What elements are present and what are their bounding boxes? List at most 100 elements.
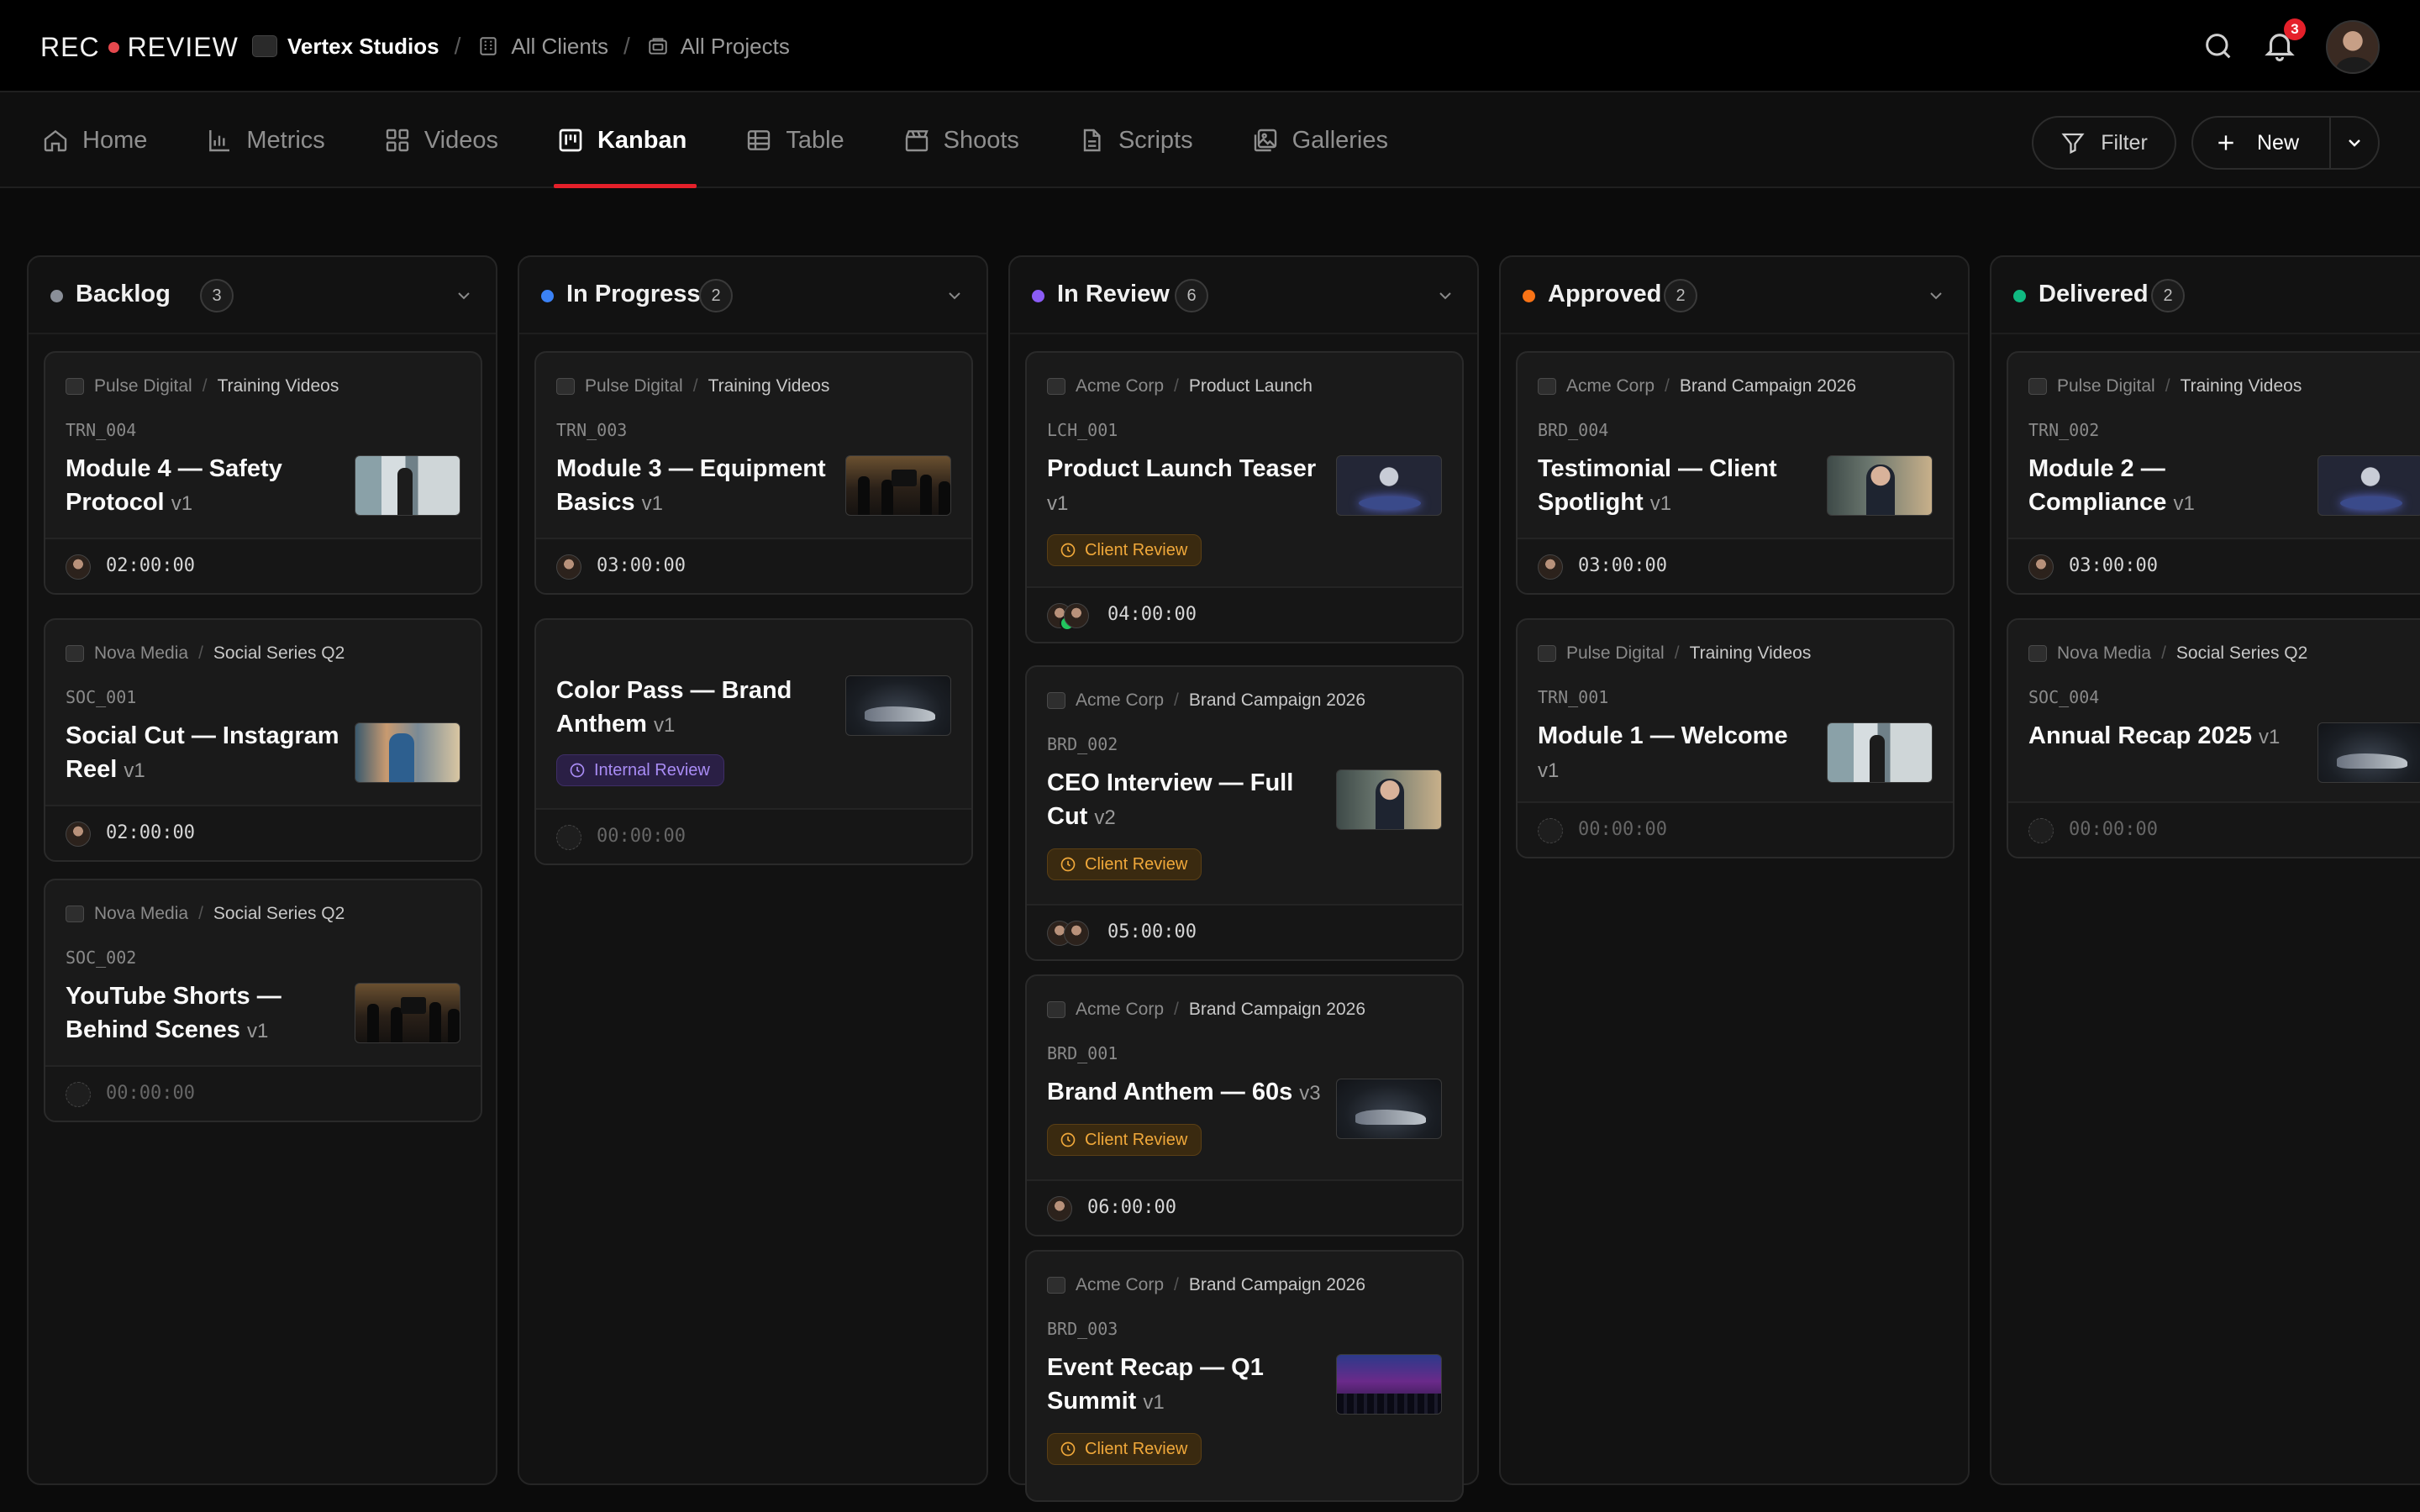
clapper-icon [905, 130, 929, 152]
kanban-card[interactable]: Pulse Digital / Training Videos TRN_002 … [2007, 351, 2420, 595]
kanban-card[interactable]: Color Pass — Brand Anthem v1 Internal Re… [534, 618, 973, 865]
tab-scripts[interactable]: Scripts [1075, 92, 1203, 188]
search-button[interactable] [2202, 29, 2235, 63]
card-client: Pulse Digital [94, 376, 192, 396]
tab-kanban-label: Kanban [597, 126, 687, 154]
user-avatar[interactable] [2326, 20, 2380, 74]
video-thumbnail[interactable] [1336, 1079, 1442, 1139]
assignee-avatar[interactable] [1047, 1196, 1072, 1221]
assignee-avatar[interactable] [556, 554, 581, 580]
column-in-review: In Review 6 Acme Corp / Product Launch L… [1008, 255, 1479, 1502]
breadcrumb-projects[interactable]: All Projects [645, 34, 790, 60]
chevron-down-icon [2349, 139, 2360, 147]
kanban-card[interactable]: Acme Corp / Product Launch LCH_001 Produ… [1025, 351, 1464, 643]
tab-kanban[interactable]: Kanban [553, 92, 697, 188]
card-version: v1 [1047, 492, 1069, 515]
tab-videos[interactable]: Videos [381, 92, 508, 188]
chevron-down-icon[interactable] [2417, 286, 2420, 306]
video-thumbnail[interactable] [355, 722, 460, 783]
video-thumbnail[interactable] [355, 983, 460, 1043]
column-title: In Review [1057, 281, 1170, 307]
card-footer: 02:00:00 [45, 805, 481, 860]
kanban-card[interactable]: Pulse Digital / Training Videos TRN_003 … [534, 351, 973, 595]
column-approved: Approved 2 Acme Corp / Brand Campaign 20… [1499, 255, 1970, 1485]
kanban-card[interactable]: Acme Corp / Brand Campaign 2026 BRD_002 … [1025, 665, 1464, 961]
video-thumbnail[interactable] [1827, 722, 1933, 783]
assignee-avatar[interactable] [66, 554, 91, 580]
clock-icon [1060, 543, 1076, 558]
tab-shoots-label: Shoots [943, 126, 1019, 154]
unassigned-avatar[interactable] [66, 1082, 91, 1107]
breadcrumb: Vertex Studios / All Clients / All Proje… [252, 29, 790, 64]
assignee-avatar[interactable] [66, 822, 91, 847]
assignee-avatar[interactable] [2028, 554, 2054, 580]
tab-home[interactable]: Home [39, 92, 157, 188]
video-thumbnail[interactable] [1336, 769, 1442, 830]
tab-shoots[interactable]: Shoots [900, 92, 1029, 188]
column-count-badge: 2 [1664, 279, 1697, 312]
card-footer: 03:00:00 [536, 538, 971, 593]
folder-icon [645, 34, 671, 59]
chevron-down-icon[interactable] [454, 286, 474, 306]
video-thumbnail[interactable] [2317, 455, 2420, 516]
video-thumbnail[interactable] [2317, 722, 2420, 783]
status-badge: Client Review [1047, 1124, 1202, 1156]
kanban-card[interactable]: Nova Media / Social Series Q2 SOC_001 So… [44, 618, 482, 862]
new-dropdown-button[interactable] [2331, 133, 2378, 153]
kanban-card[interactable]: Acme Corp / Brand Campaign 2026 BRD_004 … [1516, 351, 1954, 595]
video-thumbnail[interactable] [1336, 455, 1442, 516]
video-thumbnail[interactable] [845, 455, 951, 516]
new-button-label: New [2257, 130, 2300, 155]
bar-chart-icon [209, 130, 230, 152]
video-thumbnail[interactable] [845, 675, 951, 736]
card-duration: 03:00:00 [597, 555, 686, 576]
tab-table[interactable]: Table [742, 92, 854, 188]
assignee-avatar[interactable] [1538, 554, 1563, 580]
top-bar: REC REVIEW Vertex Studios / All Clients … [0, 0, 2420, 92]
unassigned-avatar[interactable] [556, 825, 581, 850]
chevron-down-icon[interactable] [1926, 286, 1946, 306]
chevron-down-icon[interactable] [1435, 286, 1455, 306]
card-duration: 00:00:00 [2069, 819, 2158, 840]
assignee-avatar[interactable] [1064, 603, 1089, 628]
tab-scripts-label: Scripts [1118, 126, 1193, 154]
breadcrumb-studio[interactable]: Vertex Studios [252, 34, 439, 60]
card-code: SOC_001 [66, 687, 137, 707]
kanban-card[interactable]: Pulse Digital / Training Videos TRN_001 … [1516, 618, 1954, 858]
kanban-card[interactable]: Acme Corp / Brand Campaign 2026 BRD_001 … [1025, 974, 1464, 1236]
status-badge-label: Client Review [1085, 1130, 1188, 1149]
assignee-avatar[interactable] [1064, 921, 1089, 946]
kanban-card[interactable]: Nova Media / Social Series Q2 SOC_004 An… [2007, 618, 2420, 858]
tab-galleries[interactable]: Galleries [1249, 92, 1398, 188]
video-thumbnail[interactable] [1827, 455, 1933, 516]
card-footer: 05:00:00 [1027, 904, 1462, 959]
card-client: Acme Corp [1076, 1275, 1165, 1294]
app-logo[interactable]: REC REVIEW [40, 30, 239, 64]
filter-button[interactable]: Filter [2032, 116, 2176, 170]
video-thumbnail[interactable] [1336, 1354, 1442, 1415]
card-client: Acme Corp [1076, 690, 1165, 710]
unassigned-avatar[interactable] [2028, 818, 2054, 843]
breadcrumb-clients[interactable]: All Clients [476, 34, 608, 60]
card-version: v1 [641, 492, 663, 515]
card-client-line: Acme Corp / Product Launch [1047, 376, 1313, 396]
tab-metrics[interactable]: Metrics [203, 92, 334, 188]
card-project: Brand Campaign 2026 [1188, 690, 1366, 710]
kanban-card[interactable]: Nova Media / Social Series Q2 SOC_002 Yo… [44, 879, 482, 1122]
card-duration: 04:00:00 [1107, 604, 1197, 625]
status-dot-icon [2013, 290, 2026, 302]
status-dot-icon [50, 290, 63, 302]
client-logo-icon [1047, 378, 1065, 395]
card-version: v3 [1299, 1082, 1321, 1105]
logo-dot-icon [108, 41, 119, 53]
video-thumbnail[interactable] [355, 455, 460, 516]
status-badge: Client Review [1047, 848, 1202, 880]
kanban-card[interactable]: Acme Corp / Brand Campaign 2026 BRD_003 … [1025, 1250, 1464, 1502]
card-footer: 03:00:00 [1518, 538, 1953, 593]
unassigned-avatar[interactable] [1538, 818, 1563, 843]
kanban-card[interactable]: Pulse Digital / Training Videos TRN_004 … [44, 351, 482, 595]
new-button[interactable]: New [2193, 118, 2331, 168]
building-icon [476, 34, 501, 59]
chevron-down-icon[interactable] [944, 286, 965, 306]
card-client-line: Acme Corp / Brand Campaign 2026 [1047, 1275, 1365, 1295]
